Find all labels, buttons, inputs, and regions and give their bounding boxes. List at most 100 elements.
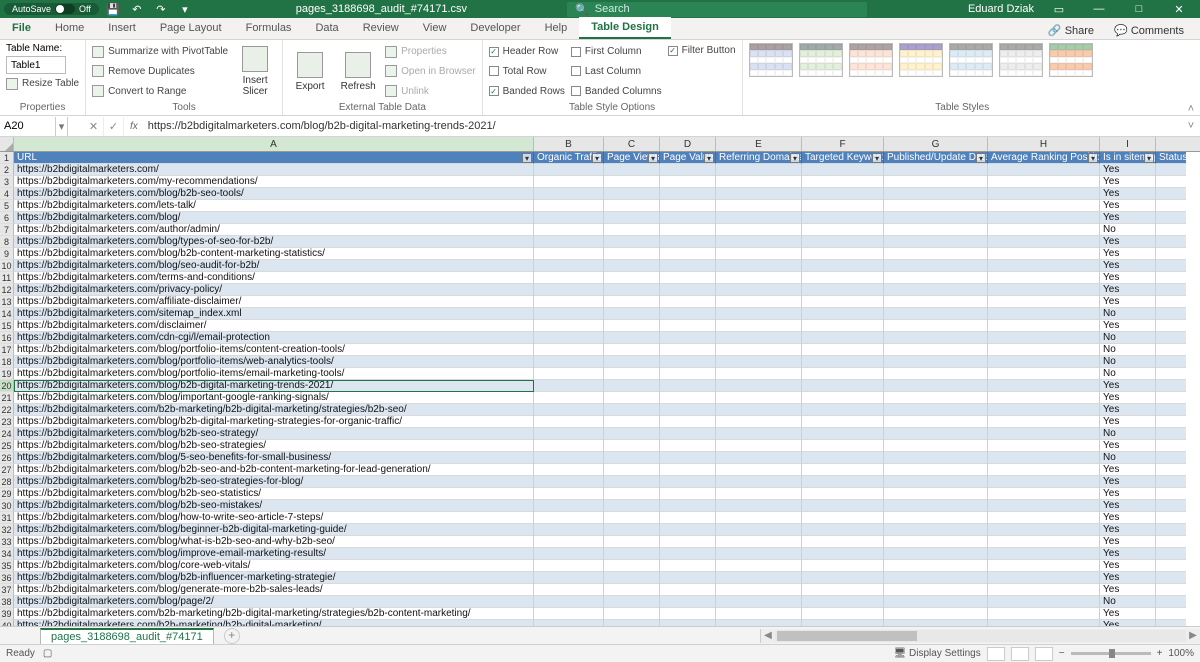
cell[interactable] (716, 200, 802, 212)
maximize-icon[interactable]: □ (1124, 0, 1154, 18)
horizontal-scrollbar[interactable]: ◀ ▶ (760, 629, 1200, 643)
tab-file[interactable]: File (0, 17, 43, 39)
cell[interactable] (1156, 392, 1186, 404)
cell[interactable] (660, 536, 716, 548)
filter-dropdown-icon[interactable]: ▾ (790, 153, 800, 163)
cell[interactable] (604, 344, 660, 356)
cell[interactable]: https://b2bdigitalmarketers.com/blog/b2b… (14, 476, 534, 488)
macro-record-icon[interactable]: ▢ (43, 648, 52, 659)
row-header[interactable]: 15 (0, 320, 14, 332)
cell[interactable] (988, 524, 1100, 536)
cell[interactable]: https://b2bdigitalmarketers.com/b2b-mark… (14, 404, 534, 416)
scroll-thumb[interactable] (777, 631, 917, 641)
cell[interactable]: Yes (1100, 260, 1156, 272)
cell[interactable] (1156, 200, 1186, 212)
cell[interactable] (884, 560, 988, 572)
table-row[interactable]: 6https://b2bdigitalmarketers.com/blog/Ye… (0, 212, 1200, 224)
cell[interactable] (884, 512, 988, 524)
cell[interactable] (716, 236, 802, 248)
cell[interactable] (988, 200, 1100, 212)
cell[interactable]: Yes (1100, 320, 1156, 332)
cell[interactable]: https://b2bdigitalmarketers.com/blog/typ… (14, 236, 534, 248)
cell[interactable] (988, 212, 1100, 224)
row-header[interactable]: 16 (0, 332, 14, 344)
table-style-swatch[interactable] (799, 43, 843, 77)
search-box[interactable]: 🔍 Search (567, 2, 867, 17)
ribbon-options-icon[interactable]: ▭ (1044, 0, 1074, 18)
cell[interactable] (1156, 596, 1186, 608)
cell[interactable] (604, 608, 660, 620)
user-name[interactable]: Eduard Dziak (968, 3, 1034, 15)
cell[interactable]: https://b2bdigitalmarketers.com/terms-an… (14, 272, 534, 284)
cell[interactable] (988, 464, 1100, 476)
cell[interactable] (660, 248, 716, 260)
col-header[interactable]: E (716, 137, 802, 151)
cell[interactable]: Yes (1100, 176, 1156, 188)
cell[interactable]: No (1100, 308, 1156, 320)
cell[interactable] (534, 464, 604, 476)
cell[interactable] (884, 464, 988, 476)
cell[interactable] (534, 440, 604, 452)
cell[interactable] (534, 392, 604, 404)
cell[interactable] (660, 320, 716, 332)
cell[interactable] (716, 416, 802, 428)
cell[interactable] (884, 428, 988, 440)
cell[interactable] (660, 428, 716, 440)
cell[interactable] (1156, 620, 1186, 626)
close-icon[interactable]: ✕ (1164, 0, 1194, 18)
cell[interactable] (716, 368, 802, 380)
cell[interactable]: No (1100, 452, 1156, 464)
cell[interactable] (534, 572, 604, 584)
autosave-toggle[interactable]: AutoSave Off (4, 3, 99, 15)
cell[interactable] (534, 416, 604, 428)
redo-icon[interactable]: ↷ (151, 1, 171, 17)
cell[interactable]: https://b2bdigitalmarketers.com/blog/b2b… (14, 464, 534, 476)
cell[interactable] (802, 260, 884, 272)
cell[interactable] (716, 212, 802, 224)
cell[interactable] (534, 344, 604, 356)
last-column-checkbox[interactable]: Last Column (571, 64, 662, 79)
cell[interactable] (660, 176, 716, 188)
cell[interactable] (660, 620, 716, 626)
cell[interactable] (884, 536, 988, 548)
cell[interactable] (1156, 296, 1186, 308)
cell[interactable] (1156, 176, 1186, 188)
table-row[interactable]: 40https://b2bdigitalmarketers.com/b2b-ma… (0, 620, 1200, 626)
col-header[interactable]: D (660, 137, 716, 151)
table-row[interactable]: 22https://b2bdigitalmarketers.com/b2b-ma… (0, 404, 1200, 416)
cell[interactable] (716, 404, 802, 416)
cell[interactable] (604, 560, 660, 572)
zoom-level[interactable]: 100% (1168, 648, 1194, 659)
cell[interactable] (534, 320, 604, 332)
cell[interactable] (1156, 236, 1186, 248)
banded-rows-checkbox[interactable]: ✓Banded Rows (489, 84, 565, 99)
row-header[interactable]: 13 (0, 296, 14, 308)
cell[interactable] (802, 284, 884, 296)
cell[interactable] (1156, 500, 1186, 512)
cell[interactable] (660, 440, 716, 452)
row-header[interactable]: 19 (0, 368, 14, 380)
cell[interactable] (604, 248, 660, 260)
cell[interactable] (802, 416, 884, 428)
cell[interactable] (988, 440, 1100, 452)
cell[interactable] (660, 332, 716, 344)
cell[interactable] (534, 224, 604, 236)
row-header[interactable]: 9 (0, 248, 14, 260)
cell[interactable] (884, 344, 988, 356)
tab-insert[interactable]: Insert (96, 17, 148, 39)
cell[interactable] (988, 560, 1100, 572)
tab-developer[interactable]: Developer (458, 17, 532, 39)
cell[interactable] (802, 428, 884, 440)
cell[interactable] (716, 452, 802, 464)
cell[interactable] (884, 524, 988, 536)
cell[interactable] (884, 392, 988, 404)
table-row[interactable]: 13https://b2bdigitalmarketers.com/affili… (0, 296, 1200, 308)
cell[interactable] (604, 452, 660, 464)
row-header[interactable]: 32 (0, 524, 14, 536)
cell[interactable] (604, 200, 660, 212)
table-row[interactable]: 33https://b2bdigitalmarketers.com/blog/w… (0, 536, 1200, 548)
tab-formulas[interactable]: Formulas (234, 17, 304, 39)
cell[interactable]: https://b2bdigitalmarketers.com/ (14, 164, 534, 176)
cell[interactable] (604, 284, 660, 296)
cell[interactable] (534, 332, 604, 344)
